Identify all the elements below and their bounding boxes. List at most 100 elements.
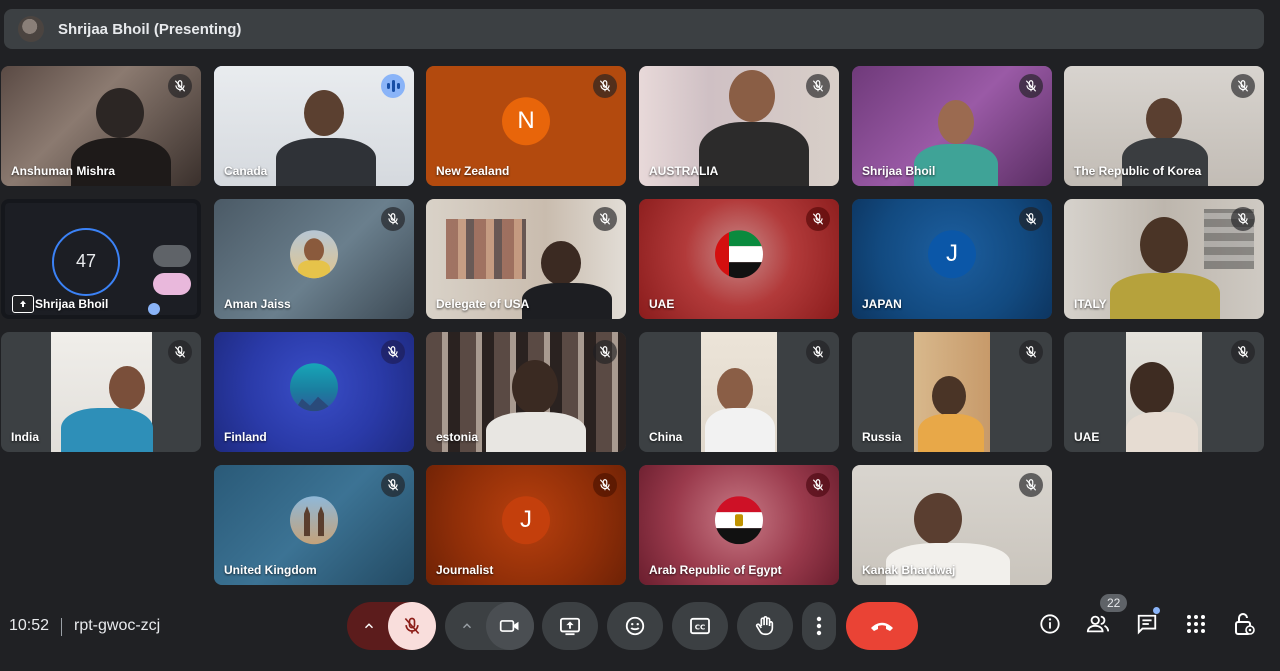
audio-options-chevron-icon[interactable]: [347, 602, 391, 650]
chat-icon: [1137, 614, 1157, 635]
participant-tile[interactable]: AUSTRALIA: [639, 66, 839, 186]
mic-off-icon: [168, 74, 192, 98]
raise-hand-button[interactable]: [737, 602, 793, 650]
mic-off-icon: [1019, 207, 1043, 231]
united-kingdom-avatar: [290, 496, 338, 545]
more-options-button[interactable]: [802, 602, 836, 650]
presenter-avatar: [18, 16, 44, 42]
status-dot: [148, 303, 160, 315]
meeting-details-button[interactable]: [1030, 604, 1070, 644]
camera-icon: [499, 620, 519, 632]
mic-off-icon: [593, 473, 617, 497]
meeting-clock: 10:52: [9, 617, 50, 634]
people-icon: [1086, 615, 1110, 633]
participant-name: Arab Republic of Egypt: [649, 563, 782, 577]
timer-option-button: [153, 245, 191, 267]
participant-tile[interactable]: N New Zealand: [426, 66, 626, 186]
presentation-tile[interactable]: 47 Shrijaa Bhoil: [1, 199, 201, 319]
info-icon: [1040, 614, 1060, 634]
participant-initial-avatar: N: [502, 97, 550, 146]
participant-tile[interactable]: Shrijaa Bhoil: [852, 66, 1052, 186]
audio-control-group: [347, 602, 436, 650]
speaking-indicator-icon: [381, 74, 405, 98]
more-vert-icon: [816, 616, 822, 636]
chat-button[interactable]: [1127, 604, 1167, 644]
people-button[interactable]: [1078, 604, 1118, 644]
mic-off-icon: [806, 207, 830, 231]
participant-name: ITALY: [1074, 297, 1107, 311]
mic-off-icon: [593, 207, 617, 231]
participant-tile[interactable]: The Republic of Korea: [1064, 66, 1264, 186]
participant-name: New Zealand: [436, 164, 510, 178]
participant-name: Russia: [862, 430, 902, 444]
participant-tile[interactable]: Finland: [214, 332, 414, 452]
mic-off-icon: [1019, 74, 1043, 98]
uae-flag-avatar: [715, 230, 763, 279]
participant-tile[interactable]: United Kingdom: [214, 465, 414, 585]
participant-tile[interactable]: Aman Jaiss: [214, 199, 414, 319]
presenter-title: Shrijaa Bhoil (Presenting): [58, 20, 242, 38]
present-screen-icon: [12, 295, 34, 313]
participant-name: UAE: [649, 297, 675, 311]
mic-off-icon: [1231, 340, 1255, 364]
camera-toggle-button[interactable]: [486, 602, 534, 650]
closed-captions-icon: CC: [690, 617, 710, 635]
participant-name: Anshuman Mishra: [11, 164, 116, 178]
apps-grid-icon: [1187, 615, 1205, 633]
participant-name: UAE: [1074, 430, 1100, 444]
activities-button[interactable]: [1176, 604, 1216, 644]
video-options-chevron-icon[interactable]: [445, 602, 489, 650]
participant-tile[interactable]: Russia: [852, 332, 1052, 452]
mic-off-icon: [1019, 473, 1043, 497]
mic-off-icon: [168, 340, 192, 364]
meeting-code: rpt-gwoc-zcj: [74, 617, 161, 634]
participant-tile[interactable]: Kanak Bhardwaj: [852, 465, 1052, 585]
participant-tile[interactable]: estonia: [426, 332, 626, 452]
participant-tile[interactable]: ITALY: [1064, 199, 1264, 319]
participant-initial-avatar: J: [928, 230, 976, 279]
emoji-reaction-button[interactable]: [607, 602, 663, 650]
mic-off-icon: [1231, 74, 1255, 98]
participant-tile-speaking[interactable]: Canada: [214, 66, 414, 186]
mic-off-icon: [593, 340, 617, 364]
present-screen-button[interactable]: [542, 602, 598, 650]
presenting-banner[interactable]: Shrijaa Bhoil (Presenting): [4, 9, 1264, 49]
participant-name: JAPAN: [862, 297, 902, 311]
mic-toggle-button[interactable]: [388, 602, 436, 650]
mic-off-icon: [404, 617, 420, 635]
finland-avatar: [290, 363, 338, 412]
participant-name: AUSTRALIA: [649, 164, 719, 178]
participant-tile[interactable]: Arab Republic of Egypt: [639, 465, 839, 585]
video-control-group: [445, 602, 534, 650]
participant-tile[interactable]: UAE: [1064, 332, 1264, 452]
leave-call-button[interactable]: [846, 602, 918, 650]
participant-name: Canada: [224, 164, 268, 178]
participant-tile[interactable]: UAE: [639, 199, 839, 319]
participant-name: Kanak Bhardwaj: [862, 563, 956, 577]
participant-initial-avatar: J: [502, 496, 550, 545]
timer-value: 47: [75, 251, 97, 271]
participant-name: India: [11, 430, 40, 444]
mic-off-icon: [381, 340, 405, 364]
participant-name: Delegate of USA: [436, 297, 530, 311]
svg-text:CC: CC: [695, 623, 706, 632]
chat-notification-dot: [1153, 607, 1160, 614]
host-controls-lock-icon: [1235, 613, 1255, 635]
divider: [61, 618, 62, 636]
participant-tile[interactable]: J JAPAN: [852, 199, 1052, 319]
participant-name: Finland: [224, 430, 267, 444]
captions-button[interactable]: CC: [672, 602, 728, 650]
participant-tile[interactable]: J Journalist: [426, 465, 626, 585]
emoji-icon: [625, 616, 645, 636]
mic-off-icon: [1019, 340, 1043, 364]
egypt-flag-avatar: [715, 496, 763, 545]
host-controls-button[interactable]: [1224, 604, 1264, 644]
participant-name: Shrijaa Bhoil: [35, 297, 109, 311]
mic-off-icon: [806, 473, 830, 497]
participant-tile[interactable]: Anshuman Mishra: [1, 66, 201, 186]
mic-off-icon: [381, 207, 405, 231]
timer-option-button: [153, 273, 191, 295]
participant-tile[interactable]: China: [639, 332, 839, 452]
participant-tile[interactable]: India: [1, 332, 201, 452]
participant-tile[interactable]: Delegate of USA: [426, 199, 626, 319]
